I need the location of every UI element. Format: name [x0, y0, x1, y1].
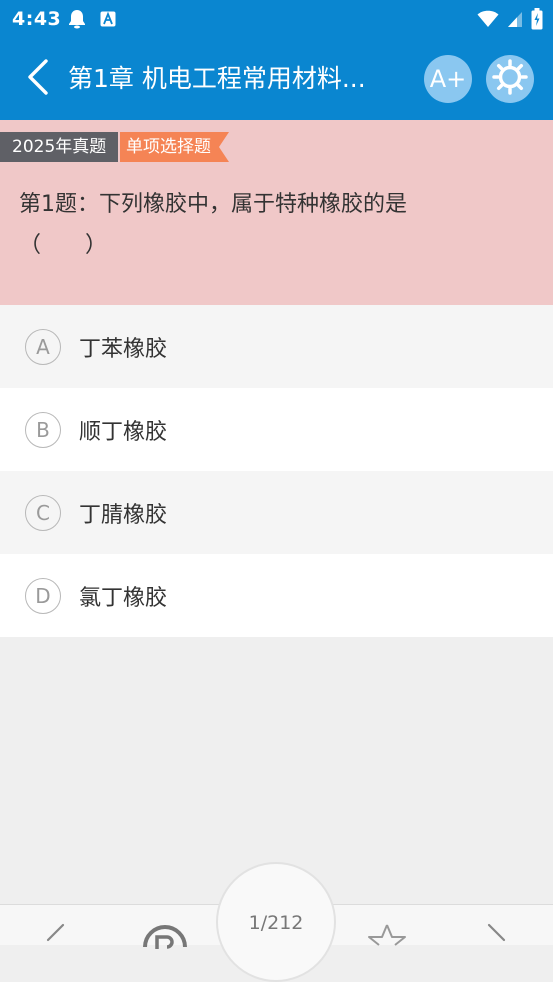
- page-indicator-button[interactable]: 1/212: [216, 862, 336, 982]
- option-text: 丁腈橡胶: [79, 502, 168, 528]
- back-chevron-icon: [27, 59, 49, 99]
- settings-button[interactable]: [486, 55, 534, 103]
- page-title: 第1章 机电工程常用材料...: [68, 64, 366, 93]
- question-text-line2: （ ）: [19, 233, 108, 258]
- font-size-button[interactable]: A+: [424, 55, 472, 103]
- status-time: 4:43: [12, 8, 62, 30]
- option-letter: A: [25, 328, 61, 365]
- question-text: 第1题：下列橡胶中，属于特种橡胶的是 （ ）: [19, 184, 534, 266]
- option-letter: C: [25, 494, 61, 531]
- option-text: 氯丁橡胶: [79, 585, 168, 611]
- font-size-label: A+: [429, 65, 467, 93]
- question-text-line1: 第1题：下列橡胶中，属于特种橡胶的是: [19, 192, 407, 217]
- option-b[interactable]: B 顺丁橡胶: [0, 388, 553, 471]
- option-d[interactable]: D 氯丁橡胶: [0, 554, 553, 637]
- app-bar: 第1章 机电工程常用材料... A+: [0, 38, 553, 120]
- option-text: 顺丁橡胶: [79, 419, 168, 445]
- cell-signal-icon: [507, 10, 523, 32]
- qq-bell-icon: [68, 9, 86, 33]
- question-area: 2025年真题 单项选择题 第1题：下列橡胶中，属于特种橡胶的是 （ ）: [0, 120, 553, 305]
- battery-icon: [531, 8, 543, 34]
- question-type-tag: 单项选择题: [120, 132, 229, 162]
- option-a[interactable]: A 丁苯橡胶: [0, 305, 553, 388]
- option-text: 丁苯橡胶: [79, 336, 168, 362]
- options-list: A 丁苯橡胶 B 顺丁橡胶 C 丁腈橡胶 D 氯丁橡胶: [0, 305, 553, 637]
- page-indicator: 1/212: [248, 912, 304, 934]
- next-chevron-icon[interactable]: [486, 923, 508, 951]
- prev-chevron-icon[interactable]: [44, 923, 66, 951]
- answer-card-icon[interactable]: [143, 925, 187, 953]
- option-letter: D: [25, 577, 61, 614]
- option-letter: B: [25, 411, 61, 448]
- settings-gear-icon: [492, 59, 528, 99]
- year-tag: 2025年真题: [0, 132, 119, 162]
- back-button[interactable]: [18, 58, 58, 100]
- status-bar: 4:43: [0, 0, 553, 38]
- a-notification-icon: [100, 11, 116, 31]
- favorite-star-icon[interactable]: [366, 923, 408, 951]
- wifi-icon: [477, 10, 499, 32]
- option-c[interactable]: C 丁腈橡胶: [0, 471, 553, 554]
